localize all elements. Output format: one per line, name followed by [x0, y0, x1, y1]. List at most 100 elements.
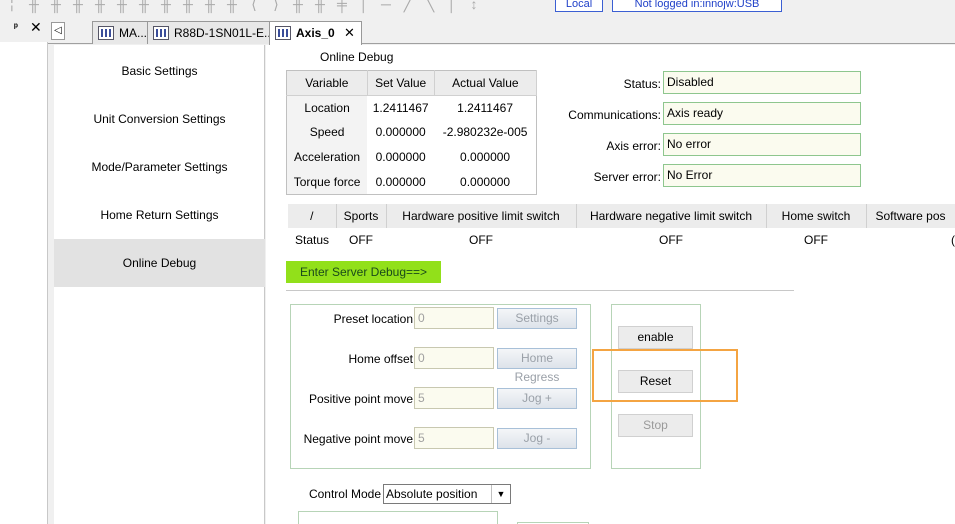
actual-value: 0.000000: [460, 174, 511, 189]
settings-button[interactable]: Settings: [497, 308, 577, 329]
server-error-label: Server error:: [593, 170, 661, 184]
positive-move-label: Positive point move: [308, 392, 413, 406]
toolbar-tool-icon[interactable]: ⟩: [266, 0, 288, 13]
positive-limit-status: OFF: [469, 233, 493, 247]
negative-move-input[interactable]: 5: [414, 427, 494, 449]
toolbar-tool-icon[interactable]: ╫: [310, 0, 332, 12]
negative-limit-status: OFF: [659, 233, 683, 247]
column-header: Hardware negative limit switch: [576, 204, 767, 228]
status-field: Disabled: [663, 71, 861, 94]
axis-icon: [275, 26, 291, 40]
tab-scroll-left-button[interactable]: ◁: [51, 22, 65, 40]
variable-name: Location: [286, 95, 368, 121]
login-status-button[interactable]: Not logged in:innojw:USB: [612, 0, 782, 12]
toolbar-tool-icon[interactable]: ╫: [200, 0, 222, 12]
table-row: Status OFF OFF OFF OFF (: [288, 228, 955, 252]
nav-item-unit-conversion[interactable]: Unit Conversion Settings: [54, 95, 265, 143]
control-mode-select[interactable]: Absolute position ▼: [383, 484, 511, 504]
set-value: 1.2411467: [372, 100, 429, 115]
toolbar-tool-icon[interactable]: ─: [376, 0, 398, 12]
nav-item-home-return[interactable]: Home Return Settings: [54, 191, 265, 239]
nav-item-basic-settings[interactable]: Basic Settings: [54, 47, 265, 95]
toolbar-tool-icon[interactable]: ╫: [134, 0, 156, 12]
online-debug-panel: Online Debug Variable Set Value Actual V…: [266, 45, 955, 524]
variable-name: Acceleration: [286, 144, 368, 170]
toolbar-tool-icon[interactable]: ╲: [420, 0, 442, 13]
toolbar-tool-icon[interactable]: ╫: [24, 0, 46, 12]
toolbar-tool-icon[interactable]: ╫: [68, 0, 90, 12]
toolbar-tool-icon[interactable]: ╎: [2, 0, 24, 13]
close-icon[interactable]: ✕: [30, 19, 42, 36]
variable-name: Speed: [286, 120, 368, 145]
axis-error-field: No error: [663, 133, 861, 156]
tab-ma[interactable]: MA...: [92, 21, 155, 44]
tab-axis-0[interactable]: Axis_0 ✕: [269, 21, 362, 45]
toolbar-tool-icon[interactable]: │: [354, 0, 376, 12]
toolbar-tool-icon[interactable]: ╪: [332, 0, 354, 12]
left-dock-panel: ᵖ ✕: [0, 18, 48, 524]
home-offset-input[interactable]: 0: [414, 347, 494, 369]
preset-location-input[interactable]: 0: [414, 307, 494, 329]
toolbar-tool-icon[interactable]: ╱: [398, 0, 420, 13]
communications-label: Communications:: [568, 108, 661, 122]
column-header: Set Value: [367, 70, 435, 96]
tab-label: MA...: [119, 26, 148, 40]
jog-minus-button[interactable]: Jog -: [497, 428, 577, 449]
toolbar-tool-icon[interactable]: ↕: [464, 0, 486, 12]
toolbar-tool-icon[interactable]: │: [442, 0, 464, 12]
home-offset-label: Home offset: [348, 352, 413, 366]
program-icon: [98, 26, 114, 40]
highlight-box: [592, 349, 738, 402]
jog-plus-button[interactable]: Jog +: [497, 388, 577, 409]
nav-item-mode-parameter[interactable]: Mode/Parameter Settings: [54, 143, 265, 191]
tab-label: R88D-1SN01L-E...: [174, 26, 275, 40]
enter-server-debug-button[interactable]: Enter Server Debug==>: [286, 261, 441, 283]
chevron-down-icon[interactable]: ▼: [491, 485, 510, 503]
positive-move-input[interactable]: 5: [414, 387, 494, 409]
negative-move-label: Negative point move: [303, 432, 413, 446]
table-header-row: Variable Set Value Actual Value: [286, 70, 538, 96]
enable-button[interactable]: enable: [618, 326, 693, 349]
row-header: Status: [294, 233, 330, 247]
drive-icon: [153, 26, 169, 40]
limit-switch-table: / Sports Hardware positive limit switch …: [288, 204, 955, 252]
toolbar-tool-icon[interactable]: ╫: [90, 0, 112, 12]
set-value: 0.000000: [375, 150, 426, 165]
preset-location-label: Preset location: [333, 312, 413, 326]
app-window: ╎ ╫ ╫ ╫ ╫ ╫ ╫ ╫ ╫ ╫ ╫ ⟨ ⟩ ╫ ╫ ╪ │ ─ ╱ ╲ │ ↕ Local Not logged …: [0, 0, 955, 524]
toolbar-buttons: ╎ ╫ ╫ ╫ ╫ ╫ ╫ ╫ ╫ ╫ ╫ ⟨ ⟩ ╫ ╫ ╪ │ ─ ╱ ╲ │ ↕: [2, 0, 486, 13]
control-mode-value: Absolute position: [386, 487, 478, 501]
toolbar-tool-icon[interactable]: ╫: [156, 0, 178, 12]
set-value: 0.000000: [375, 174, 426, 189]
tab-label: Axis_0: [296, 26, 335, 40]
toolbar-tool-icon[interactable]: ╫: [178, 0, 200, 12]
column-header: Hardware positive limit switch: [386, 204, 577, 228]
stop-button[interactable]: Stop: [618, 414, 693, 437]
variables-table: Variable Set Value Actual Value Location…: [286, 70, 538, 195]
actual-value: 1.2411467: [457, 100, 513, 115]
toolbar-tool-icon[interactable]: ╫: [222, 0, 244, 12]
tab-servo-drive[interactable]: R88D-1SN01L-E...: [147, 21, 282, 44]
server-error-field: No Error: [663, 164, 861, 187]
toolbar-tool-icon[interactable]: ╫: [112, 0, 134, 12]
column-header: Software pos: [866, 204, 955, 228]
table-row: Location 1.2411467 1.2411467: [286, 95, 537, 121]
column-header: Home switch: [766, 204, 867, 228]
nav-item-online-debug[interactable]: Online Debug: [54, 239, 265, 287]
software-limit-status: (: [951, 233, 955, 247]
table-row: Acceleration 0.000000 0.000000: [286, 144, 537, 170]
connection-mode-button[interactable]: Local: [555, 0, 603, 12]
toolbar-tool-icon[interactable]: ⟨: [244, 0, 266, 13]
toolbar-tool-icon[interactable]: ╫: [288, 0, 310, 12]
column-header: Sports: [336, 204, 387, 228]
column-header: Actual Value: [434, 70, 538, 96]
tab-close-icon[interactable]: ✕: [344, 25, 355, 40]
status-label: Status:: [623, 77, 661, 91]
control-mode-label: Control Mode: [308, 487, 381, 501]
column-header: Variable: [286, 70, 368, 96]
variable-name: Torque force: [286, 169, 368, 195]
home-regress-button[interactable]: Home Regress: [497, 348, 577, 384]
actual-value: 0.000000: [460, 150, 511, 165]
pin-icon[interactable]: ᵖ: [14, 22, 18, 33]
toolbar-tool-icon[interactable]: ╫: [46, 0, 68, 12]
